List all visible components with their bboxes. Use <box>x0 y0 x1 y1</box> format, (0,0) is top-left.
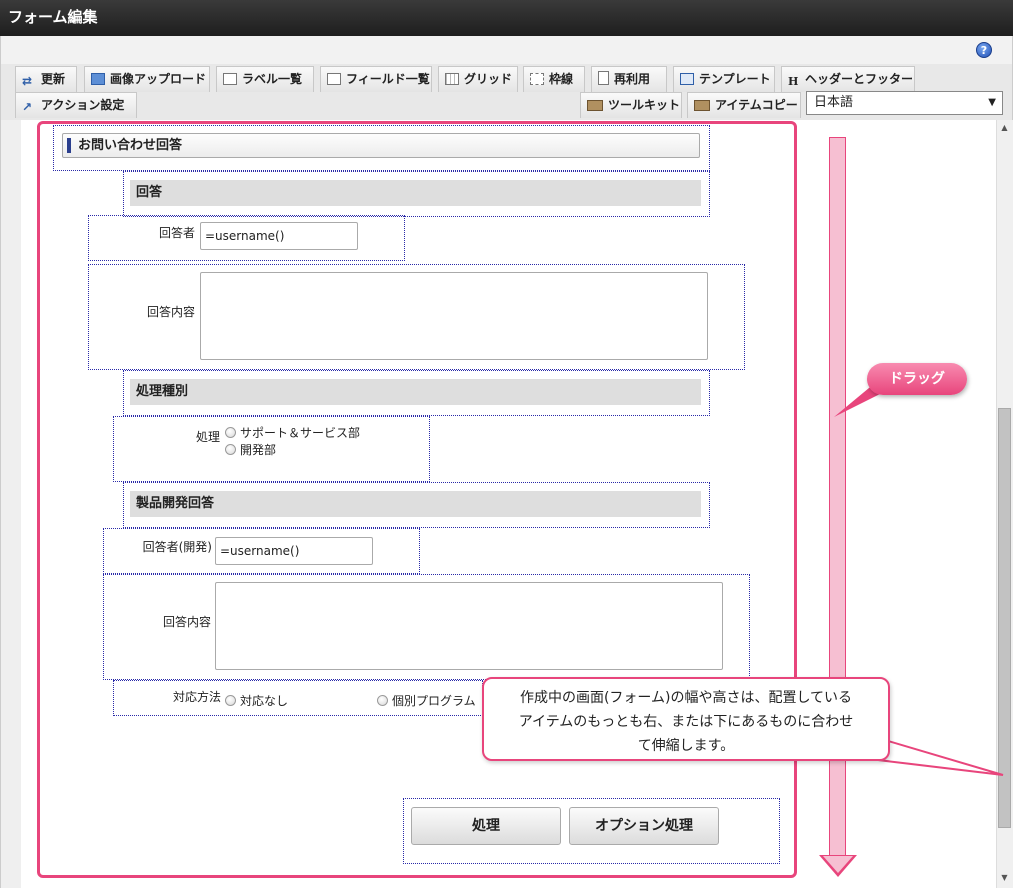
tab-template[interactable]: テンプレート <box>673 66 775 92</box>
tab-image-upload[interactable]: 画像アップロード <box>84 66 210 92</box>
chevron-down-icon: ▼ <box>988 97 996 108</box>
radio-icon <box>377 695 388 706</box>
section-process-type: 処理種別 <box>130 379 701 405</box>
radio-icon <box>225 695 236 706</box>
method-option-none-label: 対応なし <box>240 694 289 708</box>
tab-update[interactable]: ⇄ 更新 <box>15 66 77 92</box>
title-mark <box>67 138 71 153</box>
action-icon: ↗ <box>22 100 33 114</box>
radio-icon <box>225 427 236 438</box>
item-copy-icon <box>694 100 710 111</box>
callout-line-1: 作成中の画面(フォーム)の幅や高さは、配置している <box>519 690 853 706</box>
drag-arrow-head-inner <box>823 856 853 873</box>
tab-header-footer[interactable]: H ヘッダーとフッター <box>781 66 915 92</box>
tab-action-settings[interactable]: ↗ アクション設定 <box>15 92 137 118</box>
tab-item-copy-label: アイテムコピー <box>715 98 798 112</box>
method-option-none[interactable]: 対応なし <box>225 692 288 709</box>
scroll-down-icon[interactable]: ▼ <box>996 870 1013 886</box>
tab-item-copy[interactable]: アイテムコピー <box>687 92 801 118</box>
tab-toolkit-label: ツールキット <box>608 98 681 112</box>
process-label: 処理 <box>195 430 220 444</box>
method-option-custom-label: 個別プログラム <box>392 694 476 708</box>
label-list-icon <box>223 73 237 85</box>
tab-border[interactable]: 枠線 <box>523 66 585 92</box>
form-title-text: お問い合わせ回答 <box>78 138 183 153</box>
form-title: お問い合わせ回答 <box>62 133 700 158</box>
language-select[interactable]: 日本語 ▼ <box>806 91 1003 115</box>
callout-line-3: て伸縮します。 <box>637 738 735 754</box>
tab-grid[interactable]: グリッド <box>438 66 518 92</box>
top-strip: ? <box>0 36 1013 64</box>
method-option-custom[interactable]: 個別プログラム <box>377 692 476 709</box>
method-label: 対応方法 <box>172 690 221 704</box>
respondent-input[interactable]: =username() <box>200 222 358 250</box>
dev-respondent-input[interactable]: =username() <box>215 537 373 565</box>
drag-bubble: ドラッグ <box>867 363 967 395</box>
process-button[interactable]: 処理 <box>411 807 561 845</box>
answer-content-label: 回答内容 <box>146 305 195 319</box>
tab-action-settings-label: アクション設定 <box>41 98 125 112</box>
grid-icon <box>445 73 459 85</box>
tab-field-list-label: フィールド一覧 <box>346 72 430 86</box>
template-icon <box>680 73 694 85</box>
tab-update-label: 更新 <box>41 72 66 86</box>
tab-grid-label: グリッド <box>464 72 513 86</box>
process-option-dev[interactable]: 開発部 <box>225 441 276 458</box>
tab-header-footer-label: ヘッダーとフッター <box>805 72 914 86</box>
reuse-icon <box>598 71 609 85</box>
border-icon <box>530 73 544 85</box>
radio-icon <box>225 444 236 455</box>
process-option-support[interactable]: サポート＆サービス部 <box>225 424 360 441</box>
answer-content-textarea[interactable] <box>200 272 708 360</box>
update-icon: ⇄ <box>22 74 33 88</box>
window-title: フォーム編集 <box>0 0 1013 36</box>
header-footer-icon: H <box>788 75 799 88</box>
callout-note: 作成中の画面(フォーム)の幅や高さは、配置している アイテムのもっとも右、または… <box>482 677 890 761</box>
scroll-up-icon[interactable]: ▲ <box>996 120 1013 136</box>
image-upload-icon <box>91 73 105 85</box>
tab-reuse-label: 再利用 <box>614 72 651 86</box>
section-product-dev: 製品開発回答 <box>130 491 701 517</box>
dev-respondent-label: 回答者(開発) <box>142 540 212 554</box>
toolkit-icon <box>587 100 603 111</box>
tab-reuse[interactable]: 再利用 <box>591 66 667 92</box>
scrollbar-thumb[interactable] <box>998 408 1011 828</box>
respondent-label: 回答者 <box>158 226 195 240</box>
process-option-dev-label: 開発部 <box>240 443 277 457</box>
section-answer: 回答 <box>130 180 701 206</box>
process-option-support-label: サポート＆サービス部 <box>240 426 361 440</box>
option-process-button[interactable]: オプション処理 <box>569 807 719 845</box>
left-gutter <box>1 120 21 888</box>
tab-label-list-label: ラベル一覧 <box>242 72 303 86</box>
tab-toolkit[interactable]: ツールキット <box>580 92 682 118</box>
tab-border-label: 枠線 <box>549 72 574 86</box>
tab-label-list[interactable]: ラベル一覧 <box>216 66 314 92</box>
tab-template-label: テンプレート <box>699 72 771 86</box>
tab-image-upload-label: 画像アップロード <box>110 72 207 86</box>
callout-line-2: アイテムのもっとも右、または下にあるものに合わせ <box>518 714 854 730</box>
language-select-value: 日本語 <box>814 95 854 110</box>
dev-answer-content-textarea[interactable] <box>215 582 723 670</box>
dev-answer-content-label: 回答内容 <box>162 615 211 629</box>
help-icon[interactable]: ? <box>976 42 992 58</box>
tab-field-list[interactable]: フィールド一覧 <box>320 66 432 92</box>
field-list-icon <box>327 73 341 85</box>
